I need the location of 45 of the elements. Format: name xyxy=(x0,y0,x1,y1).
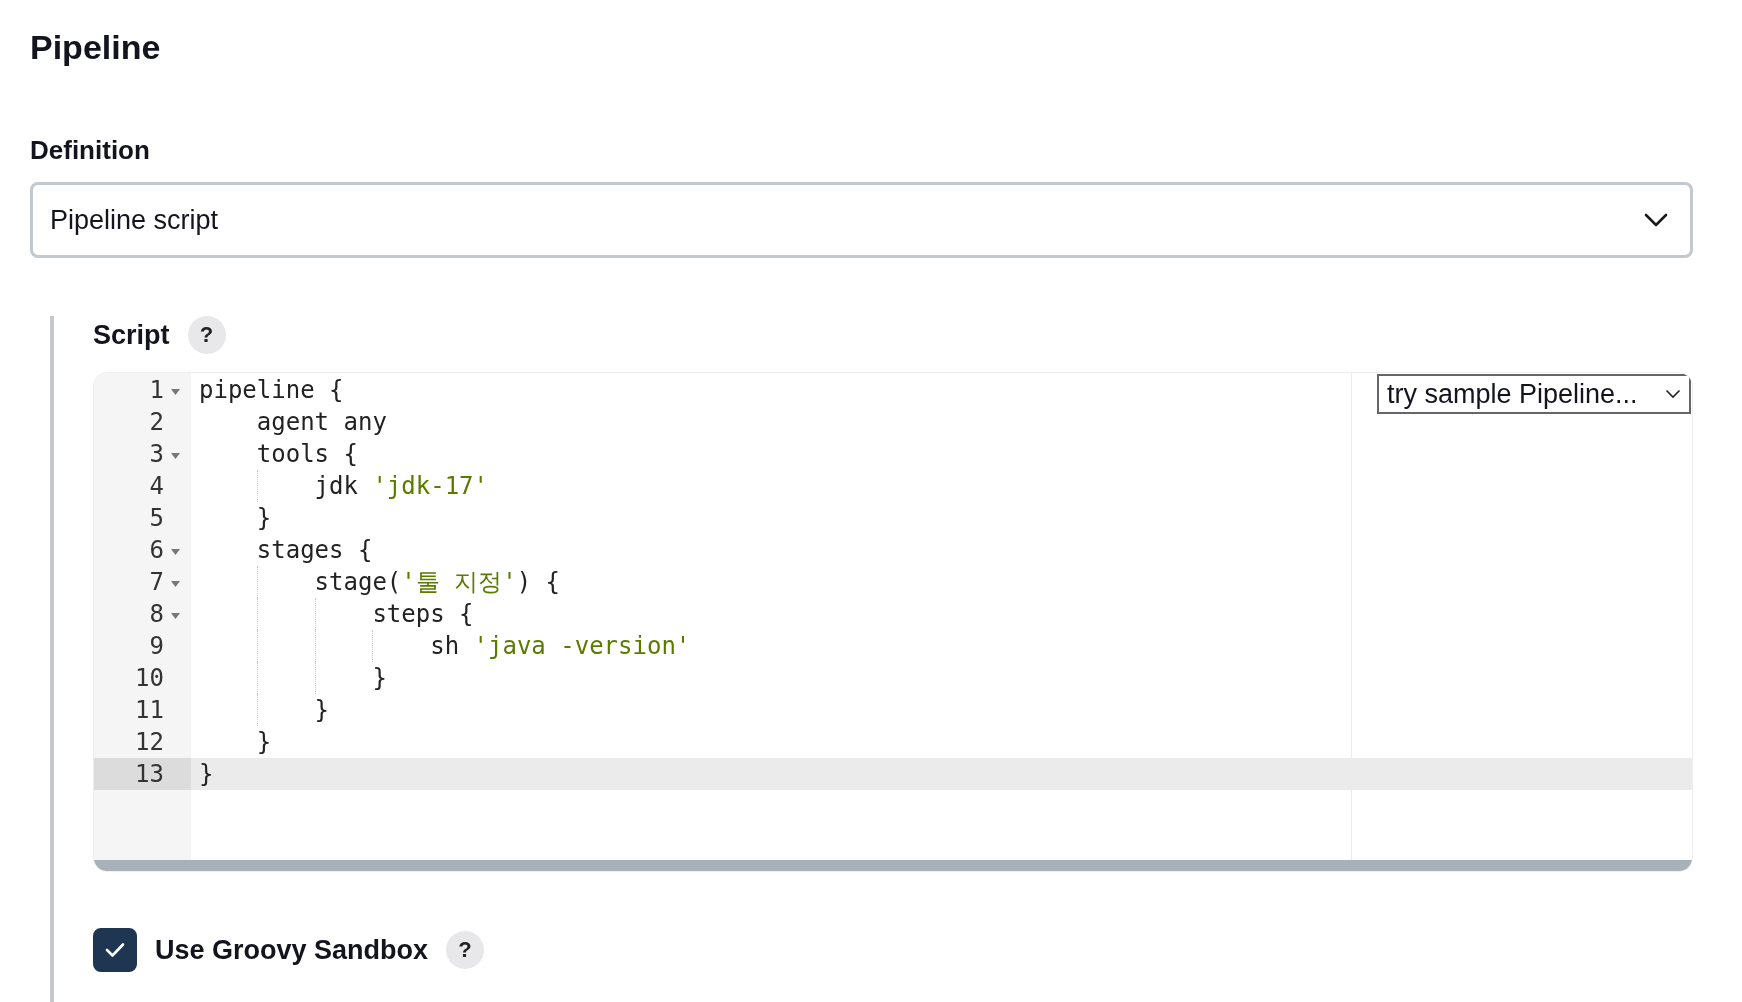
checkbox[interactable] xyxy=(93,928,137,972)
checkbox-label: Use Groovy Sandbox xyxy=(155,934,429,966)
fold-arrow-icon[interactable] xyxy=(171,549,180,555)
section-title: Pipeline xyxy=(30,27,162,68)
line-number: 11 xyxy=(134,696,164,724)
line-number: 3 xyxy=(148,440,164,468)
line-number: 1 xyxy=(148,376,164,404)
definition-label: Definition xyxy=(30,135,151,166)
code-line: } xyxy=(371,664,387,692)
chevron-down-icon xyxy=(1665,389,1681,399)
line-number: 8 xyxy=(148,600,164,628)
line-number: 7 xyxy=(148,568,164,596)
code-line: } xyxy=(255,504,272,532)
scrollbar[interactable] xyxy=(94,860,1692,871)
line-number: 5 xyxy=(148,504,164,532)
line-number: 12 xyxy=(134,728,164,756)
chevron-down-icon xyxy=(1644,213,1668,227)
help-button[interactable]: ? xyxy=(187,316,226,354)
line-number: 2 xyxy=(148,408,164,436)
script-label: Script xyxy=(93,319,170,351)
fold-arrow-icon[interactable] xyxy=(171,389,180,395)
code-line: } xyxy=(198,760,214,788)
code-line: agent any xyxy=(255,408,387,436)
fold-arrow-icon[interactable] xyxy=(171,613,180,619)
code-line: steps { xyxy=(371,600,474,628)
sample-pipeline-select[interactable]: try sample Pipeline... xyxy=(1377,374,1691,414)
code-line: tools { xyxy=(255,440,358,468)
code-line: stage('툴 지정') { xyxy=(313,567,560,598)
line-number: 6 xyxy=(148,536,164,564)
line-number: 10 xyxy=(134,664,164,692)
code-line: sh 'java -version' xyxy=(429,632,691,660)
line-number: 9 xyxy=(148,632,164,660)
code-line: jdk 'jdk-17' xyxy=(313,472,488,500)
line-number: 4 xyxy=(148,472,164,500)
code-line: stages { xyxy=(255,536,373,564)
fold-arrow-icon[interactable] xyxy=(171,581,180,587)
line-number: 13 xyxy=(134,760,164,788)
checkmark-icon xyxy=(105,942,125,958)
help-button[interactable]: ? xyxy=(446,931,485,969)
code-editor[interactable]: 1 pipeline { 2 agent any 3 tools { 4 jdk 'jdk-17' 5 } 6 stages { 7 stage('툴 지정') { 8 steps { 9 sh 'java -version' 10 } 11 } 12 } 13 } try sample Pipeline... xyxy=(93,372,1693,872)
code-line: } xyxy=(255,728,272,756)
fold-arrow-icon[interactable] xyxy=(171,453,180,459)
definition-select[interactable]: Pipeline script xyxy=(30,182,1693,258)
code-line: pipeline { xyxy=(198,376,344,404)
code-line: } xyxy=(313,696,330,724)
